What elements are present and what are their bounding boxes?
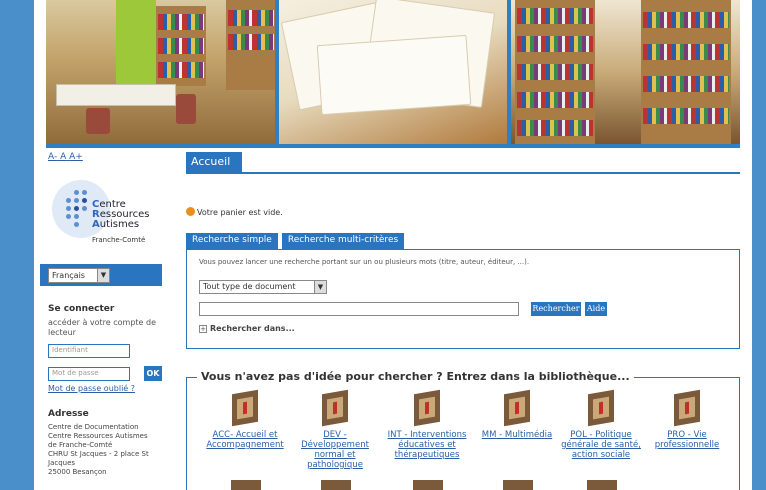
bookshelf-icon[interactable]	[587, 480, 617, 490]
chevron-down-icon[interactable]: ▼	[97, 269, 109, 282]
logo-region: Franche-Comté	[92, 236, 146, 244]
shelf-int[interactable]: INT - Interventions éducatives et thérap…	[387, 389, 467, 460]
basket-icon	[186, 207, 195, 216]
shelf-mm[interactable]: MM - Multimédia	[477, 389, 557, 440]
search-tabs: Recherche simple Recherche multi-critère…	[186, 233, 405, 249]
tab-multi-criteria-search[interactable]: Recherche multi-critères	[281, 233, 405, 249]
plus-icon: +	[199, 325, 207, 333]
cart-status: Votre panier est vide.	[186, 207, 283, 217]
bookshelf-icon	[232, 389, 258, 427]
text-size-controls: A- A A+	[48, 152, 83, 162]
bookshelf-icon	[322, 389, 348, 427]
site-logo[interactable]: Centre Ressources Autismes Franche-Comté	[50, 178, 170, 250]
username-input[interactable]: Identifiant	[48, 344, 130, 358]
bookshelf-icon	[504, 389, 530, 427]
address-block: Centre de Documentation Centre Ressource…	[48, 423, 149, 476]
title-underline	[186, 172, 740, 174]
address-title: Adresse	[48, 409, 89, 419]
banner-photo-reading-room	[46, 0, 275, 144]
bookshelf-icon[interactable]	[413, 480, 443, 490]
bookshelf-icon[interactable]	[231, 480, 261, 490]
banner-photo-bookshelves	[511, 0, 741, 144]
text-size-decrease[interactable]: A-	[48, 152, 57, 162]
language-bar: Français ▼	[40, 264, 162, 286]
bookshelf-icon[interactable]	[321, 480, 351, 490]
search-button[interactable]: Rechercher	[531, 302, 581, 316]
help-button[interactable]: Aide	[585, 302, 607, 316]
forgot-password-link[interactable]: Mot de passe oublié ?	[48, 384, 135, 393]
login-ok-button[interactable]: OK	[144, 366, 162, 381]
bookshelf-icon	[588, 389, 614, 427]
tab-simple-search[interactable]: Recherche simple	[186, 233, 278, 249]
search-in-toggle[interactable]: + Rechercher dans...	[199, 324, 295, 333]
text-size-default[interactable]: A	[60, 152, 66, 162]
text-size-increase[interactable]: A+	[69, 152, 83, 162]
page-title-tab: Accueil	[186, 152, 242, 172]
password-input[interactable]: Mot de passe	[48, 367, 130, 381]
bookshelf-icon[interactable]	[503, 480, 533, 490]
language-select[interactable]: Français ▼	[48, 268, 110, 283]
library-section: Vous n'avez pas d'idée pour chercher ? E…	[186, 370, 740, 490]
shelf-pro[interactable]: PRO - Vie professionnelle	[647, 389, 727, 450]
page: A- A A+ Centre Ressources Autismes Franc…	[34, 0, 752, 490]
search-hint: Vous pouvez lancer une recherche portant…	[199, 258, 530, 266]
login-title: Se connecter	[48, 304, 115, 314]
shelf-dev[interactable]: DEV - Développement normal et pathologiq…	[295, 389, 375, 470]
search-panel: Vous pouvez lancer une recherche portant…	[186, 249, 740, 349]
login-hint: accéder à votre compte de lecteur	[48, 318, 157, 337]
chevron-down-icon[interactable]: ▼	[314, 281, 326, 293]
header-banner	[46, 0, 741, 148]
search-input[interactable]	[199, 302, 519, 316]
library-legend: Vous n'avez pas d'idée pour chercher ? E…	[197, 370, 634, 383]
shelf-pol[interactable]: POL - Politique générale de santé, actio…	[561, 389, 641, 460]
bookshelf-icon	[674, 389, 700, 427]
logo-text: Centre Ressources Autismes	[92, 199, 150, 230]
banner-photo-open-book	[278, 0, 508, 144]
shelf-acc[interactable]: ACC- Accueil et Accompagnement	[205, 389, 285, 450]
document-type-select[interactable]: Tout type de document ▼	[199, 280, 327, 294]
bookshelf-icon	[414, 389, 440, 427]
